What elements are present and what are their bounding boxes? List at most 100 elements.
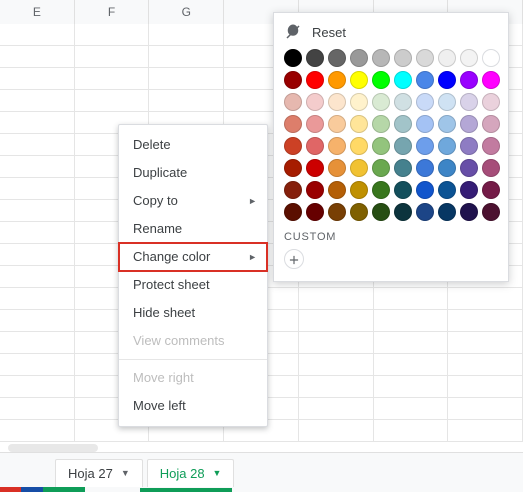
color-swatch[interactable] <box>306 159 324 177</box>
column-header[interactable]: F <box>75 0 150 24</box>
reset-color-label: Reset <box>312 25 346 40</box>
sheet-tab-hoja-27[interactable]: Hoja 27 ▼ <box>55 459 143 487</box>
color-swatch[interactable] <box>460 71 478 89</box>
menu-item-delete[interactable]: Delete <box>119 131 267 159</box>
chevron-down-icon[interactable]: ▼ <box>213 468 222 478</box>
menu-item-duplicate[interactable]: Duplicate <box>119 159 267 187</box>
reset-color-button[interactable]: Reset <box>284 23 498 41</box>
color-swatch[interactable] <box>460 203 478 221</box>
color-swatch[interactable] <box>416 137 434 155</box>
color-swatch[interactable] <box>416 93 434 111</box>
color-swatch[interactable] <box>438 71 456 89</box>
color-swatch[interactable] <box>482 181 500 199</box>
color-swatch[interactable] <box>284 71 302 89</box>
color-swatch[interactable] <box>416 203 434 221</box>
color-swatch[interactable] <box>416 181 434 199</box>
color-swatch[interactable] <box>350 93 368 111</box>
add-custom-color-button[interactable] <box>284 249 304 269</box>
color-swatch[interactable] <box>350 115 368 133</box>
menu-item-move-left[interactable]: Move left <box>119 392 267 420</box>
color-swatch[interactable] <box>482 71 500 89</box>
color-swatch[interactable] <box>460 159 478 177</box>
menu-item-protect-sheet[interactable]: Protect sheet <box>119 271 267 299</box>
color-swatch[interactable] <box>394 159 412 177</box>
color-swatch[interactable] <box>372 93 390 111</box>
sheet-tab-label: Hoja 28 <box>160 466 205 481</box>
color-swatch[interactable] <box>306 49 324 67</box>
color-swatch[interactable] <box>350 71 368 89</box>
color-swatch[interactable] <box>284 203 302 221</box>
color-swatch[interactable] <box>328 115 346 133</box>
color-swatch[interactable] <box>438 115 456 133</box>
color-swatch[interactable] <box>482 49 500 67</box>
color-swatch[interactable] <box>416 115 434 133</box>
color-swatch[interactable] <box>284 115 302 133</box>
color-swatch[interactable] <box>328 71 346 89</box>
color-swatch[interactable] <box>350 159 368 177</box>
color-swatch[interactable] <box>372 159 390 177</box>
color-swatch[interactable] <box>416 49 434 67</box>
color-swatch[interactable] <box>438 181 456 199</box>
chevron-down-icon[interactable]: ▼ <box>121 468 130 478</box>
color-swatch[interactable] <box>482 203 500 221</box>
color-swatch[interactable] <box>306 203 324 221</box>
color-swatch[interactable] <box>394 93 412 111</box>
color-swatch[interactable] <box>372 137 390 155</box>
menu-item-hide-sheet[interactable]: Hide sheet <box>119 299 267 327</box>
color-swatch[interactable] <box>460 49 478 67</box>
color-swatch[interactable] <box>372 203 390 221</box>
color-swatch[interactable] <box>460 93 478 111</box>
color-swatch[interactable] <box>328 203 346 221</box>
color-swatch[interactable] <box>438 49 456 67</box>
color-swatch[interactable] <box>372 115 390 133</box>
color-swatch[interactable] <box>350 203 368 221</box>
color-swatch[interactable] <box>416 71 434 89</box>
color-swatch[interactable] <box>350 137 368 155</box>
color-swatch[interactable] <box>284 159 302 177</box>
sheet-tab-hoja-28[interactable]: Hoja 28 ▼ <box>147 459 235 487</box>
color-swatch[interactable] <box>328 93 346 111</box>
column-header[interactable]: G <box>149 0 224 24</box>
color-swatch[interactable] <box>306 71 324 89</box>
color-swatch[interactable] <box>328 49 346 67</box>
color-swatch[interactable] <box>394 115 412 133</box>
horizontal-scrollbar[interactable] <box>8 444 98 452</box>
color-swatch[interactable] <box>328 137 346 155</box>
color-swatch[interactable] <box>394 203 412 221</box>
color-swatch[interactable] <box>394 71 412 89</box>
menu-item-change-color[interactable]: Change color <box>119 243 267 271</box>
color-swatch[interactable] <box>394 49 412 67</box>
color-swatch[interactable] <box>328 159 346 177</box>
color-swatch[interactable] <box>284 93 302 111</box>
color-swatch[interactable] <box>284 137 302 155</box>
color-swatch[interactable] <box>328 181 346 199</box>
color-swatch[interactable] <box>460 181 478 199</box>
color-swatch[interactable] <box>306 181 324 199</box>
color-swatch[interactable] <box>438 159 456 177</box>
color-swatch[interactable] <box>372 71 390 89</box>
color-swatch[interactable] <box>438 93 456 111</box>
color-swatch[interactable] <box>482 115 500 133</box>
color-swatch[interactable] <box>482 93 500 111</box>
color-swatch[interactable] <box>394 181 412 199</box>
color-swatch[interactable] <box>438 137 456 155</box>
color-swatch[interactable] <box>306 137 324 155</box>
color-swatch[interactable] <box>284 181 302 199</box>
color-swatch[interactable] <box>460 137 478 155</box>
color-swatch[interactable] <box>438 203 456 221</box>
color-swatch[interactable] <box>372 181 390 199</box>
color-swatch[interactable] <box>482 137 500 155</box>
color-swatch[interactable] <box>284 49 302 67</box>
color-swatch[interactable] <box>306 115 324 133</box>
color-swatch[interactable] <box>460 115 478 133</box>
menu-item-rename[interactable]: Rename <box>119 215 267 243</box>
menu-item-copy-to[interactable]: Copy to <box>119 187 267 215</box>
color-swatch[interactable] <box>306 93 324 111</box>
color-swatch[interactable] <box>394 137 412 155</box>
column-header[interactable]: E <box>0 0 75 24</box>
color-swatch[interactable] <box>350 181 368 199</box>
color-swatch[interactable] <box>350 49 368 67</box>
color-swatch[interactable] <box>372 49 390 67</box>
color-swatch[interactable] <box>482 159 500 177</box>
color-swatch[interactable] <box>416 159 434 177</box>
